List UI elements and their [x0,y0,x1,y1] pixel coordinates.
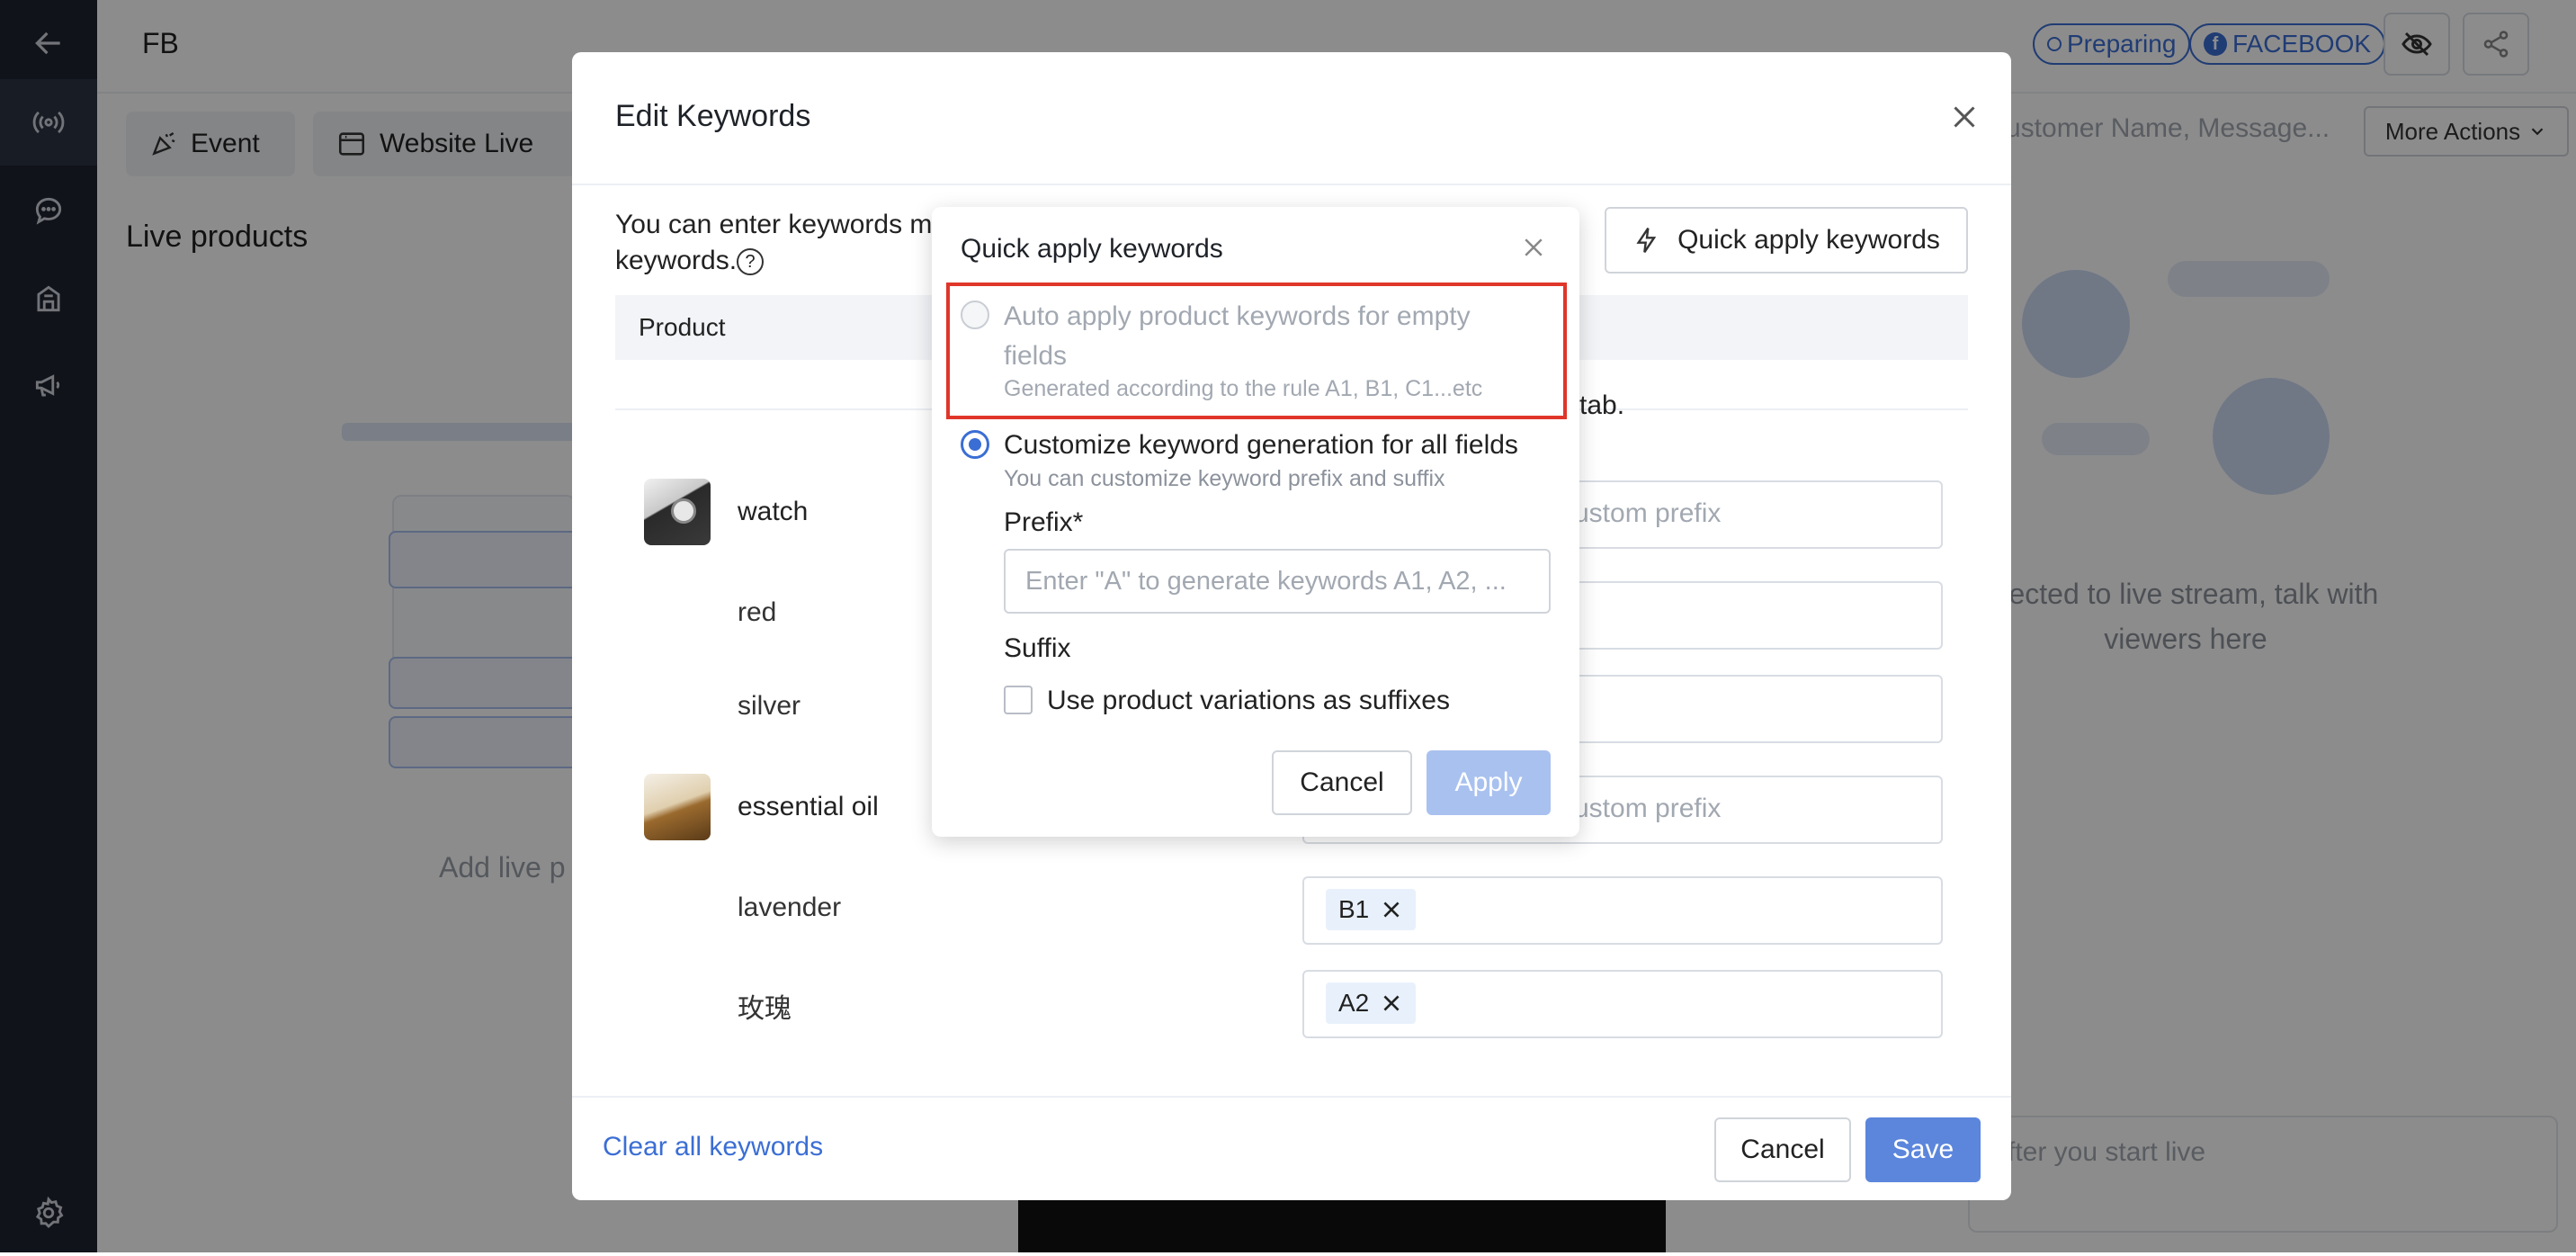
divider [572,184,2011,185]
auto-apply-radio[interactable] [961,301,989,329]
save-button[interactable]: Save [1865,1117,1981,1182]
help-icon[interactable]: ? [737,248,765,276]
divider [572,1096,2011,1098]
auto-apply-option-label: Auto apply product keywords for empty fi… [1004,301,1471,371]
variant-name: red [738,597,777,627]
lightning-icon [1636,228,1657,253]
keyword-input-variant[interactable]: B1 [1302,876,1943,945]
cancel-button[interactable]: Cancel [1714,1117,1851,1182]
apply-button[interactable]: Apply [1427,750,1551,815]
variant-name: lavender [738,893,842,922]
keyword-tag-label: A2 [1338,989,1370,1017]
popover-cancel-button[interactable]: Cancel [1272,750,1412,815]
quick-apply-keywords-label: Quick apply keywords [1677,225,1940,255]
close-icon[interactable] [1948,101,1981,133]
product-name: watch [738,497,809,526]
variant-name: silver [738,691,801,721]
quick-apply-popover: Quick apply keywords Auto apply product … [932,207,1579,837]
keyword-tag: B1 [1326,889,1417,930]
prefix-label: Prefix* [1004,507,1084,537]
product-thumbnail-watch [644,479,711,545]
suffix-label: Suffix [1004,633,1071,663]
product-thumbnail-essential-oil [644,774,711,840]
auto-apply-option-subtitle: Generated according to the rule A1, B1, … [1004,376,1483,401]
customize-option-label: Customize keyword generation for all fie… [1004,430,1518,460]
close-icon[interactable] [1380,898,1403,921]
customize-option-subtitle: You can customize keyword prefix and suf… [1004,466,1445,491]
keyword-input-placeholder: ustom prefix [1574,794,1722,823]
description-line-1: You can enter keywords m [615,210,933,239]
product-name: essential oil [738,792,879,821]
suffix-variations-label[interactable]: Use product variations as suffixes [1047,686,1450,716]
close-icon[interactable] [1520,234,1547,261]
keyword-input-variant[interactable]: A2 [1302,970,1943,1038]
variant-name: 玫瑰 [738,994,792,1024]
keyword-input-placeholder: ustom prefix [1574,498,1722,528]
description-line-2: keywords. [615,246,738,275]
quick-apply-keywords-button[interactable]: Quick apply keywords [1605,207,1968,274]
keyword-tag-label: B1 [1338,895,1370,923]
suffix-variations-checkbox[interactable] [1004,686,1033,714]
column-header-product: Product [639,313,726,341]
popover-title: Quick apply keywords [961,234,1223,264]
customize-radio[interactable] [961,430,989,459]
modal-title: Edit Keywords [615,99,811,133]
tab-hint-text: tab. [1579,390,1625,420]
keyword-tag: A2 [1326,982,1417,1024]
prefix-input[interactable]: Enter "A" to generate keywords A1, A2, .… [1004,549,1551,614]
close-icon[interactable] [1380,991,1403,1015]
clear-all-keywords-link[interactable]: Clear all keywords [603,1132,823,1162]
